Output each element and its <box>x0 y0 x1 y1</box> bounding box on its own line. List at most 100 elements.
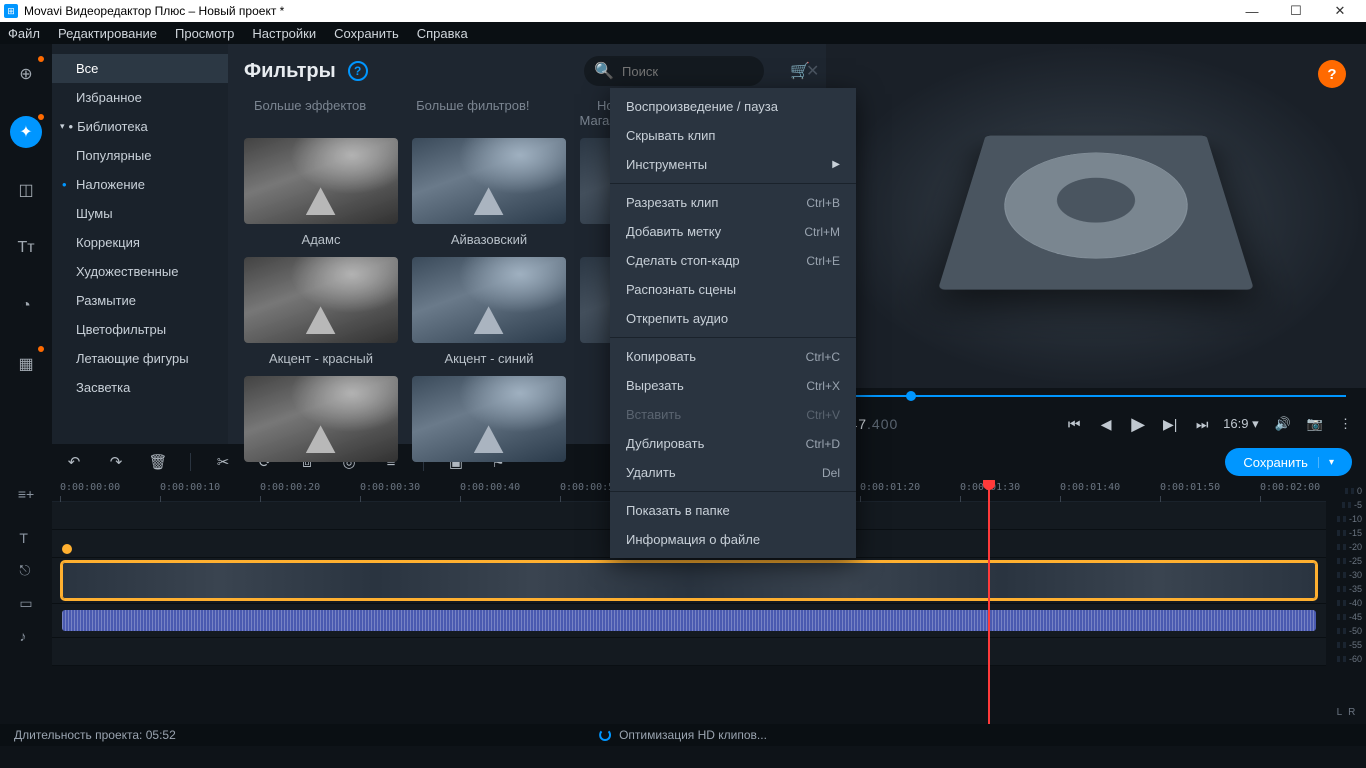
window-maximize-button[interactable]: ☐ <box>1274 3 1318 19</box>
ctx-detect-scenes[interactable]: Распознать сцены <box>610 275 856 304</box>
cat-lightleak[interactable]: Засветка <box>52 373 228 402</box>
cat-overlay[interactable]: Наложение <box>52 170 228 199</box>
redo-icon[interactable]: ↷ <box>106 453 126 471</box>
context-menu: Воспроизведение / пауза Скрывать клип Ин… <box>610 88 856 558</box>
meter-level: -5 <box>1342 500 1362 510</box>
ctx-duplicate[interactable]: ДублироватьCtrl+D <box>610 429 856 458</box>
ctx-file-info[interactable]: Информация о файле <box>610 525 856 554</box>
cat-noise[interactable]: Шумы <box>52 199 228 228</box>
ctx-detach-audio[interactable]: Открепить аудио <box>610 304 856 333</box>
filter-thumb[interactable] <box>412 376 566 462</box>
player-more-icon[interactable]: ⋮ <box>1339 416 1352 432</box>
player-snapshot-icon[interactable]: 📷 <box>1307 416 1323 432</box>
ctx-play-pause[interactable]: Воспроизведение / пауза <box>610 92 856 121</box>
filter-card[interactable]: Адамс <box>244 138 398 253</box>
filter-card[interactable]: Акцент - синий <box>412 257 566 372</box>
preview-content <box>938 135 1254 289</box>
track-linked-audio[interactable] <box>52 604 1326 638</box>
player-next-icon[interactable]: ⏭ <box>1191 416 1213 433</box>
search-input[interactable] <box>622 64 798 79</box>
ruler-tick: 0:00:00:20 <box>260 482 320 493</box>
cat-colorfilters[interactable]: Цветофильтры <box>52 315 228 344</box>
tool-stickers-icon[interactable]: ◔ <box>10 290 42 322</box>
track-audio-icon[interactable]: ♪ <box>19 628 32 644</box>
track-audio-extra[interactable]: 🔊 <box>52 638 1326 666</box>
filter-label: Акцент - синий <box>412 343 566 372</box>
filter-label: Акцент - красный <box>244 343 398 372</box>
window-title: Movavi Видеоредактор Плюс – Новый проект… <box>24 4 284 18</box>
cat-correction[interactable]: Коррекция <box>52 228 228 257</box>
seek-handle[interactable] <box>906 391 916 401</box>
add-track-icon[interactable]: ≡+ <box>18 486 34 502</box>
filter-thumb[interactable] <box>244 376 398 462</box>
track-video-icon[interactable]: ▭ <box>19 595 32 612</box>
cat-blur[interactable]: Размытие <box>52 286 228 315</box>
tool-filters-icon[interactable]: ✦ <box>10 116 42 148</box>
tool-transitions-icon[interactable]: ◫ <box>10 174 42 206</box>
preview-seekbar[interactable] <box>826 388 1366 404</box>
player-play-icon[interactable]: ▶ <box>1127 414 1149 435</box>
meter-level: -50 <box>1337 626 1362 636</box>
meter-level: -45 <box>1337 612 1362 622</box>
spinner-icon <box>599 729 611 741</box>
export-save-button[interactable]: Сохранить▾ <box>1225 448 1352 476</box>
ctx-cut[interactable]: ВырезатьCtrl+X <box>610 371 856 400</box>
menu-help[interactable]: Справка <box>417 26 468 41</box>
player-prev-icon[interactable]: ⏮ <box>1063 416 1085 433</box>
window-close-button[interactable]: ✕ <box>1318 3 1362 19</box>
clip-start-marker[interactable] <box>62 544 72 554</box>
audio-clip[interactable] <box>62 610 1316 631</box>
ctx-delete[interactable]: УдалитьDel <box>610 458 856 487</box>
menu-save[interactable]: Сохранить <box>334 26 399 41</box>
store-cart-icon[interactable]: 🛒 <box>790 61 810 81</box>
cat-group-library[interactable]: ▾•Библиотека <box>52 112 228 141</box>
search-box[interactable]: 🔍 ✕ <box>584 56 764 86</box>
status-bar: Длительность проекта: 05:52 Оптимизация … <box>0 724 1366 746</box>
ctx-copy[interactable]: КопироватьCtrl+C <box>610 342 856 371</box>
cat-popular[interactable]: Популярные <box>52 141 228 170</box>
ruler-tick: 0:00:02:00 <box>1260 482 1320 493</box>
panel-help-icon[interactable]: ? <box>348 61 368 81</box>
ctx-split[interactable]: Разрезать клипCtrl+B <box>610 188 856 217</box>
ruler-tick: 0:00:01:40 <box>1060 482 1120 493</box>
save-dropdown-icon[interactable]: ▾ <box>1318 457 1334 468</box>
aspect-ratio-selector[interactable]: 16:9 ▾ <box>1223 416 1258 432</box>
tool-more-icon[interactable]: ▦ <box>10 348 42 380</box>
window-minimize-button[interactable]: — <box>1230 4 1274 19</box>
status-optimizing: Оптимизация HD клипов... <box>619 728 767 742</box>
meter-level: -40 <box>1337 598 1362 608</box>
filter-card[interactable]: Акцент - красный <box>244 257 398 372</box>
cut-icon[interactable]: ✂ <box>213 453 233 471</box>
tool-import-icon[interactable]: ⊕ <box>10 58 42 90</box>
delete-icon[interactable]: 🗑 <box>148 453 168 471</box>
ctx-show-in-folder[interactable]: Показать в папке <box>610 496 856 525</box>
player-stepfwd-icon[interactable]: ▶| <box>1159 416 1181 433</box>
help-button[interactable]: ? <box>1318 60 1346 88</box>
track-text-icon[interactable]: T <box>19 530 32 546</box>
ctx-hide-clip[interactable]: Скрывать клип <box>610 121 856 150</box>
meter-lr-label: LR <box>1337 707 1356 718</box>
cat-flying[interactable]: Летающие фигуры <box>52 344 228 373</box>
preview-viewport[interactable]: ? <box>826 44 1366 388</box>
player-volume-icon[interactable]: 🔊 <box>1275 416 1291 432</box>
menu-settings[interactable]: Настройки <box>252 26 316 41</box>
cat-favorites[interactable]: Избранное <box>52 83 228 112</box>
cat-all[interactable]: Все <box>52 54 228 83</box>
ctx-add-marker[interactable]: Добавить меткуCtrl+M <box>610 217 856 246</box>
meter-level: -10 <box>1337 514 1362 524</box>
cat-artistic[interactable]: Художественные <box>52 257 228 286</box>
filter-card[interactable]: Айвазовский <box>412 138 566 253</box>
ctx-tools-submenu[interactable]: Инструменты▶ <box>610 150 856 179</box>
tool-titles-icon[interactable]: Tᴛ <box>10 232 42 264</box>
video-clip[interactable] <box>62 562 1316 599</box>
menu-view[interactable]: Просмотр <box>175 26 234 41</box>
menu-edit[interactable]: Редактирование <box>58 26 157 41</box>
menu-file[interactable]: Файл <box>8 26 40 41</box>
player-stepback-icon[interactable]: ◀ <box>1095 416 1117 433</box>
timeline-playhead[interactable] <box>988 480 990 724</box>
track-link-icon[interactable]: ⎋ <box>19 562 32 579</box>
ctx-freeze-frame[interactable]: Сделать стоп-кадрCtrl+E <box>610 246 856 275</box>
ruler-tick: 0:00:01:20 <box>860 482 920 493</box>
undo-icon[interactable]: ↶ <box>64 453 84 471</box>
track-video[interactable]: 👁🔊 <box>52 558 1326 604</box>
